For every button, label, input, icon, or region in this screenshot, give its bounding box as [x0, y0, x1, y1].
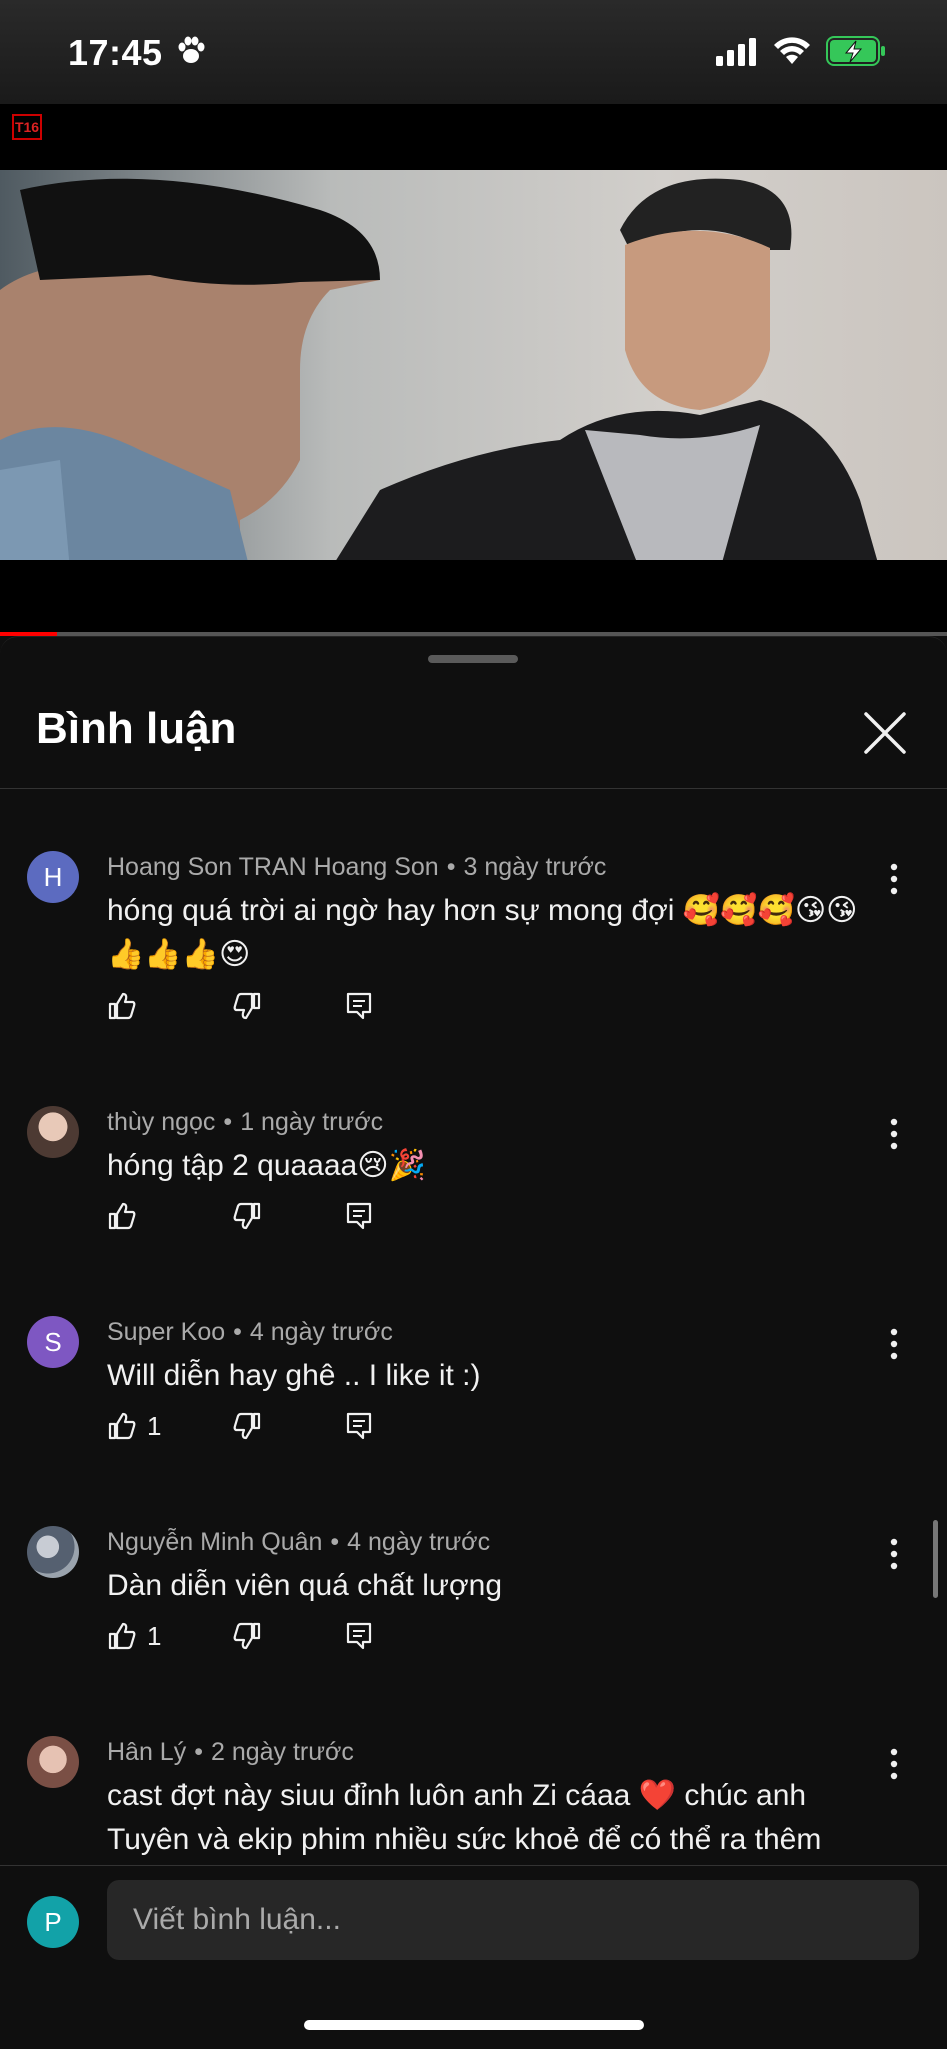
more-vert-icon[interactable]: [876, 1114, 912, 1154]
like-count: 1: [147, 1410, 162, 1441]
battery-charging-icon: [826, 36, 885, 66]
comment-meta: Hân Lý • 2 ngày trước: [107, 1738, 354, 1766]
comment-author[interactable]: Nguyễn Minh Quân: [107, 1528, 322, 1556]
status-time: 17:45: [68, 32, 163, 73]
my-avatar[interactable]: P: [27, 1896, 79, 1948]
more-vert-icon[interactable]: [876, 1534, 912, 1574]
video-frame[interactable]: [0, 170, 947, 570]
like-icon: [108, 992, 136, 1020]
like-icon: [108, 1622, 136, 1650]
comment-text: Will diễn hay ghê .. I like it :): [107, 1359, 481, 1392]
comment-item: Hân Lý • 2 ngày trước cast đợt này siuu đỉ…: [0, 1674, 947, 1865]
comment-actions: [107, 1196, 407, 1236]
comment-meta: Hoang Son TRAN Hoang Son • 3 ngày trước: [107, 853, 607, 881]
comment-time: 1 ngày trước: [240, 1108, 384, 1136]
dislike-icon: [233, 1412, 261, 1440]
avatar[interactable]: [27, 1106, 79, 1158]
reply-button[interactable]: [345, 1196, 373, 1236]
dislike-button[interactable]: [232, 986, 262, 1026]
reply-icon: [346, 1622, 372, 1650]
comment-time: 2 ngày trước: [210, 1738, 354, 1766]
video-scene-image: [0, 170, 947, 570]
comment-text: hóng quá trời ai ngờ hay hơn sự mong đợi…: [107, 894, 858, 971]
comments-list[interactable]: H Hoang Son TRAN Hoang Son • 3 ngày trước …: [0, 789, 947, 1865]
comment-item: H Hoang Son TRAN Hoang Son • 3 ngày trước …: [0, 789, 947, 1020]
avatar[interactable]: [27, 1736, 79, 1788]
like-button[interactable]: 1: [107, 1406, 161, 1446]
more-vert-icon[interactable]: [876, 859, 912, 899]
comment-time: 3 ngày trước: [463, 853, 607, 881]
dislike-button[interactable]: [232, 1406, 262, 1446]
avatar[interactable]: S: [27, 1316, 79, 1368]
avatar[interactable]: H: [27, 851, 79, 903]
scrollbar[interactable]: [933, 1520, 938, 1598]
comment-author[interactable]: Hoang Son TRAN Hoang Son: [107, 853, 439, 881]
like-count: 1: [147, 1620, 162, 1651]
comment-meta: Nguyễn Minh Quân • 4 ngày trước: [107, 1528, 491, 1556]
comment-meta: thùy ngọc • 1 ngày trước: [107, 1108, 384, 1136]
comment-actions: [107, 986, 407, 1026]
like-icon: [108, 1412, 136, 1440]
more-vert-icon[interactable]: [876, 1324, 912, 1364]
like-button[interactable]: 1: [107, 1616, 161, 1656]
like-button[interactable]: [107, 986, 147, 1026]
comment-item: S Super Koo • 4 ngày trước Will diễn hay g…: [0, 1254, 947, 1464]
reply-icon: [346, 1202, 372, 1230]
signal-icon: [716, 38, 756, 66]
reply-button[interactable]: [345, 1616, 373, 1656]
comment-item: thùy ngọc • 1 ngày trước hóng tập 2 quaaaa…: [0, 1044, 947, 1254]
comment-author[interactable]: Super Koo: [107, 1318, 225, 1346]
comment-input[interactable]: Viết bình luận...: [107, 1880, 919, 1960]
reply-button[interactable]: [345, 1406, 373, 1446]
avatar[interactable]: [27, 1526, 79, 1578]
more-vert-icon[interactable]: [876, 1744, 912, 1784]
age-rating-badge: T16: [12, 114, 42, 140]
home-indicator[interactable]: [304, 2020, 644, 2030]
dislike-icon: [233, 992, 261, 1020]
like-button[interactable]: [107, 1196, 147, 1236]
dislike-button[interactable]: [232, 1616, 262, 1656]
dislike-button[interactable]: [232, 1196, 262, 1236]
status-bar: 17:45: [0, 0, 947, 104]
comment-meta: Super Koo • 4 ngày trước: [107, 1318, 393, 1346]
dislike-icon: [233, 1622, 261, 1650]
wifi-icon: [774, 37, 810, 64]
comment-author[interactable]: thùy ngọc: [107, 1108, 215, 1136]
comment-item: Nguyễn Minh Quân • 4 ngày trước Dàn diễn v…: [0, 1464, 947, 1674]
reply-icon: [346, 1412, 372, 1440]
close-icon[interactable]: [862, 710, 908, 756]
comment-time: 4 ngày trước: [249, 1318, 393, 1346]
sheet-title: Bình luận: [36, 704, 237, 753]
comment-author[interactable]: Hân Lý: [107, 1738, 186, 1766]
comment-text: hóng tập 2 quaaaa😢🎉: [107, 1149, 426, 1182]
comment-actions: 1: [107, 1616, 407, 1656]
comment-time: 4 ngày trước: [347, 1528, 491, 1556]
paw-icon: [178, 36, 205, 63]
sheet-drag-handle[interactable]: [428, 655, 518, 663]
reply-button[interactable]: [345, 986, 373, 1026]
reply-icon: [346, 992, 372, 1020]
dislike-icon: [233, 1202, 261, 1230]
comment-actions: 1: [107, 1406, 407, 1446]
comment-text: Dàn diễn viên quá chất lượng: [107, 1569, 503, 1602]
comment-text: cast đợt này siuu đỉnh luôn anh Zi cáaa …: [107, 1779, 822, 1856]
like-icon: [108, 1202, 136, 1230]
